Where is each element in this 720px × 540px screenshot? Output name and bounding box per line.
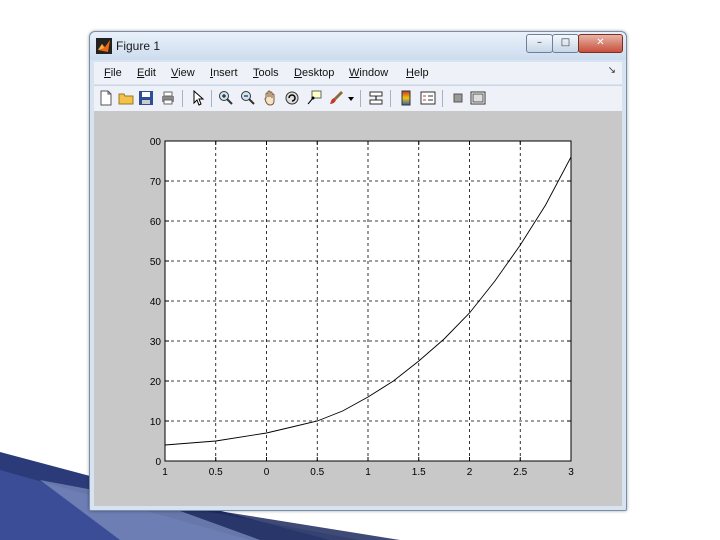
figure-canvas: 1 0.5 0 0.5 1 1.5 2 2.5 3 0 10 20 30 40 50 60 70 00 [94, 111, 622, 506]
menu-insert[interactable]: Insert [210, 67, 238, 79]
legend-icon[interactable] [420, 90, 436, 106]
x-tick-label: 1 [365, 467, 371, 478]
x-tick-label: 0.5 [310, 467, 324, 478]
menu-desktop[interactable]: Desktop [294, 67, 334, 79]
close-button[interactable]: ✕ [578, 34, 623, 53]
data-cursor-icon[interactable] [306, 90, 322, 106]
y-tick-label: 0 [155, 457, 161, 468]
y-tick-label: 00 [150, 137, 162, 148]
y-tick-label: 30 [150, 337, 162, 348]
print-icon[interactable] [160, 90, 176, 106]
brush-icon[interactable] [328, 90, 344, 106]
window-title: Figure 1 [116, 39, 161, 53]
matlab-logo-icon [96, 38, 112, 54]
figure-window: Figure 1 – □ ✕ File Edit View Insert Too… [89, 31, 627, 511]
maximize-button[interactable]: □ [552, 34, 579, 53]
menu-tools[interactable]: Tools [253, 67, 279, 79]
menu-bar: File Edit View Insert Tools Desktop Wind… [94, 62, 622, 84]
y-tick-label: 60 [150, 217, 162, 228]
rotate-3d-icon[interactable] [284, 90, 300, 106]
x-tick-label: 0.5 [209, 467, 223, 478]
toolbar-separator [390, 90, 391, 107]
y-tick-label: 40 [150, 297, 162, 308]
y-tick-label: 10 [150, 417, 162, 428]
dock-figure-icon[interactable]: ↘ [608, 65, 616, 76]
pointer-icon[interactable] [190, 90, 206, 106]
toolbar-separator [442, 90, 443, 107]
new-figure-icon[interactable] [98, 90, 114, 106]
menu-view[interactable]: View [171, 67, 195, 79]
menu-edit[interactable]: Edit [137, 67, 156, 79]
link-plot-icon[interactable] [368, 90, 384, 106]
toolbar-separator [182, 90, 183, 107]
y-tick-label: 20 [150, 377, 162, 388]
minimize-button[interactable]: – [526, 34, 553, 53]
save-icon[interactable] [138, 90, 154, 106]
menu-window[interactable]: Window [349, 67, 388, 79]
dropdown-arrow-icon[interactable] [346, 90, 356, 106]
x-tick-label: 1.5 [412, 467, 426, 478]
plot-area[interactable]: 1 0.5 0 0.5 1 1.5 2 2.5 301020304050607000 [94, 111, 622, 505]
pan-hand-icon[interactable] [262, 90, 278, 106]
y-tick-label: 50 [150, 257, 162, 268]
x-tick-label: 2.5 [513, 467, 527, 478]
y-tick-label: 70 [150, 177, 162, 188]
figure-toolbar [94, 85, 622, 112]
colorbar-icon[interactable] [398, 90, 414, 106]
toolbar-separator [360, 90, 361, 107]
x-tick-label: 0 [264, 467, 270, 478]
hide-tools-icon[interactable] [450, 90, 466, 106]
x-tick-label: 3 [568, 467, 574, 478]
x-tick-label: 1 [162, 467, 168, 478]
menu-help[interactable]: Help [406, 67, 429, 79]
zoom-out-icon[interactable] [240, 90, 256, 106]
zoom-in-icon[interactable] [218, 90, 234, 106]
toolbar-separator [211, 90, 212, 107]
menu-file[interactable]: File [104, 67, 122, 79]
show-tools-icon[interactable] [470, 90, 486, 106]
title-bar[interactable]: Figure 1 – □ ✕ [90, 32, 626, 60]
open-file-icon[interactable] [118, 90, 134, 106]
x-tick-label: 2 [467, 467, 473, 478]
